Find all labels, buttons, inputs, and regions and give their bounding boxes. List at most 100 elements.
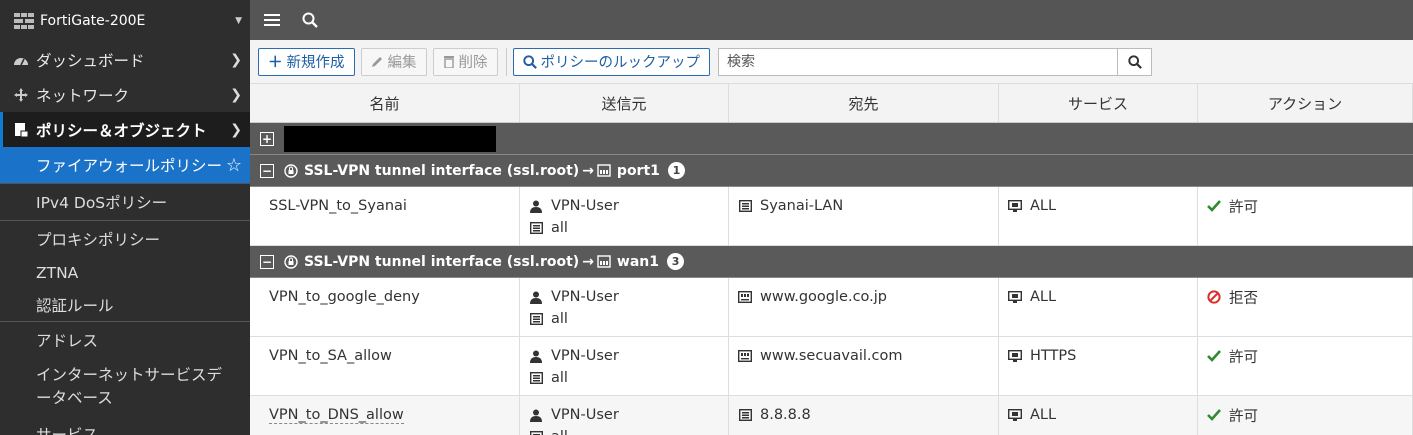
address-icon [738, 200, 752, 212]
create-new-button[interactable]: ＋ 新規作成 [258, 47, 355, 76]
sidebar-item-proxy-policy[interactable]: プロキシポリシー [0, 221, 250, 257]
policy-table: 名前 送信元 宛先 サービス アクション + − SSL-VPN tunnel … [250, 84, 1413, 435]
sidebar-item-label: サービス [36, 426, 99, 435]
source-address: all [551, 370, 568, 386]
policy-lookup-button[interactable]: ポリシーのルックアップ [512, 47, 710, 76]
user-icon [529, 200, 543, 213]
table-header: 名前 送信元 宛先 サービス アクション [250, 84, 1413, 123]
deny-icon [1207, 290, 1221, 304]
source-user: VPN-User [551, 407, 619, 423]
policy-name: VPN_to_DNS_allow [269, 406, 404, 424]
sidebar-item-internet-service-db[interactable]: インターネットサービスデータベース [0, 358, 250, 416]
device-name: FortiGate-200E [40, 13, 146, 29]
source-user: VPN-User [551, 289, 619, 305]
service: HTTPS [1030, 348, 1077, 364]
source-address: all [551, 429, 568, 435]
trash-icon [443, 55, 455, 68]
fqdn-icon [738, 350, 752, 362]
collapse-icon[interactable]: − [260, 254, 274, 269]
policy-group-header[interactable]: − SSL-VPN tunnel interface (ssl.root) → … [250, 155, 1413, 187]
sidebar-item-ztna[interactable]: ZTNA [0, 257, 250, 289]
service-icon [1008, 199, 1022, 213]
delete-button[interactable]: 削除 [432, 47, 498, 76]
column-header-action[interactable]: アクション [1198, 84, 1413, 122]
action: 許可 [1229, 408, 1258, 425]
plus-icon: ＋ [268, 55, 283, 71]
toolbar: ＋ 新規作成 編集 削除 ポリシーのルックアップ [250, 40, 1413, 84]
service: ALL [1030, 289, 1057, 305]
fqdn-icon [738, 291, 752, 303]
dashboard-icon [12, 51, 30, 69]
ssl-vpn-icon [284, 163, 298, 178]
interface-icon [597, 164, 611, 177]
sidebar-item-label: ダッシュボード [36, 51, 145, 70]
policy-group-header[interactable]: − SSL-VPN tunnel interface (ssl.root) → … [250, 246, 1413, 278]
fortigate-logo-icon [14, 12, 34, 30]
user-icon [529, 350, 543, 363]
expand-icon[interactable]: + [260, 131, 274, 146]
policy-group-collapsed[interactable]: + [250, 123, 1413, 155]
sidebar-item-dashboard[interactable]: ダッシュボード ❯ [0, 42, 250, 77]
source-address: all [551, 220, 568, 236]
table-row[interactable]: VPN_to_google_deny VPN-User all www.goog… [250, 278, 1413, 337]
service-icon [1008, 408, 1022, 422]
sidebar-item-auth-rules[interactable]: 認証ルール [0, 289, 250, 321]
sidebar-item-label: ポリシー＆オブジェクト [36, 121, 207, 140]
chevron-right-icon: ❯ [230, 86, 242, 103]
service: ALL [1030, 198, 1057, 214]
sidebar-item-network[interactable]: ネットワーク ❯ [0, 77, 250, 112]
chevron-right-icon: ❯ [230, 51, 242, 68]
sidebar-item-addresses[interactable]: アドレス [0, 322, 250, 358]
edit-button[interactable]: 編集 [360, 47, 427, 76]
policy-name: VPN_to_google_deny [269, 289, 420, 305]
group-source-label: SSL-VPN tunnel interface (ssl.root) [304, 162, 580, 179]
table-row[interactable]: SSL-VPN_to_Syanai VPN-User all Syanai-LA… [250, 187, 1413, 246]
top-bar [250, 0, 1413, 40]
table-row[interactable]: VPN_to_SA_allow VPN-User all www.secuava… [250, 337, 1413, 396]
menu-icon[interactable] [262, 10, 282, 30]
group-dest-label: port1 [616, 162, 660, 179]
arrow-label: → [582, 253, 594, 270]
sidebar-item-label: プロキシポリシー [36, 231, 161, 249]
interface-icon [597, 255, 611, 268]
destination: www.secuavail.com [760, 348, 903, 364]
group-source-label: SSL-VPN tunnel interface (ssl.root) [304, 253, 580, 270]
pencil-icon [371, 55, 384, 68]
sidebar-item-label: ZTNA [36, 264, 79, 282]
column-header-source[interactable]: 送信元 [520, 84, 729, 122]
sidebar-item-policy-objects[interactable]: ポリシー＆オブジェクト ❯ [0, 112, 250, 147]
address-icon [738, 409, 752, 421]
policy-count-badge: 3 [667, 253, 685, 270]
search-submit-button[interactable] [1118, 47, 1152, 76]
check-icon [1207, 350, 1221, 362]
check-icon [1207, 200, 1221, 212]
policy-lookup-label: ポリシーのルックアップ [540, 55, 701, 71]
search-input[interactable] [718, 47, 1118, 76]
service: ALL [1030, 407, 1057, 423]
sidebar-item-ipv4-dos-policy[interactable]: IPv4 DoSポリシー [0, 184, 250, 220]
check-icon [1207, 409, 1221, 421]
device-selector[interactable]: FortiGate-200E ▼ [0, 0, 250, 42]
user-icon [529, 409, 543, 422]
sidebar-item-firewall-policy[interactable]: ファイアウォールポリシー ☆ [0, 147, 250, 183]
delete-label: 削除 [458, 55, 488, 71]
policy-name: SSL-VPN_to_Syanai [269, 198, 407, 214]
divider [505, 47, 507, 76]
column-header-name[interactable]: 名前 [250, 84, 520, 122]
search-box [718, 47, 1152, 76]
service-icon [1008, 290, 1022, 304]
redacted-block [284, 125, 496, 152]
source-address: all [551, 311, 568, 327]
action: 許可 [1229, 199, 1258, 216]
sidebar-item-services[interactable]: サービス [0, 416, 250, 435]
star-icon[interactable]: ☆ [226, 155, 242, 176]
column-header-service[interactable]: サービス [999, 84, 1198, 122]
search-icon[interactable] [300, 10, 320, 30]
search-icon [1127, 54, 1142, 69]
action: 拒否 [1229, 290, 1258, 307]
collapse-icon[interactable]: − [260, 163, 274, 178]
table-row[interactable]: VPN_to_DNS_allow VPN-User all 8.8.8.8 AL… [250, 396, 1413, 435]
address-icon [529, 222, 543, 234]
column-header-destination[interactable]: 宛先 [729, 84, 999, 122]
arrow-label: → [582, 162, 594, 179]
